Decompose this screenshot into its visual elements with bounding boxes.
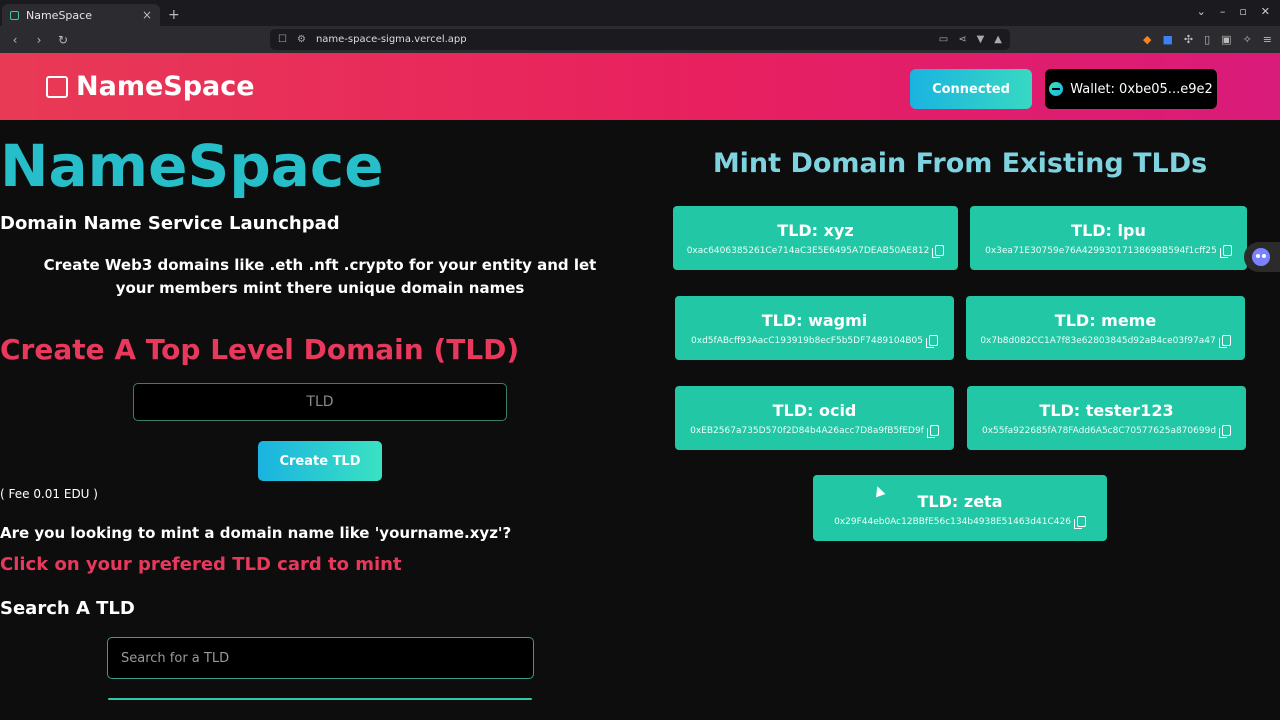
assistant-bubble[interactable]: [1244, 242, 1280, 272]
tab-close-icon[interactable]: ×: [142, 8, 152, 22]
tld-card-address-row: 0xac6406385261Ce714aC3E5E6495A7DEAB50AE8…: [673, 245, 958, 258]
tld-card-name: TLD: meme: [1054, 311, 1157, 330]
copy-icon[interactable]: [1073, 516, 1086, 529]
tld-card-name: TLD: wagmi: [761, 311, 868, 330]
tld-card-name: TLD: lpu: [1071, 221, 1146, 240]
browser-tab[interactable]: NameSpace ×: [2, 4, 160, 26]
tld-card-address: 0x29F44eb0Ac12BBfE56c134b4938E51463d41C4…: [834, 516, 1071, 527]
menu-icon[interactable]: ≡: [1263, 33, 1272, 46]
maximize-icon[interactable]: ▫: [1239, 5, 1246, 18]
fee-text: ( Fee 0.01 EDU ): [0, 487, 98, 501]
mint-hint-text: Click on your prefered TLD card to mint: [0, 554, 402, 575]
tld-card-address-row: 0x29F44eb0Ac12BBfE56c134b4938E51463d41C4…: [813, 516, 1107, 529]
browser-toolbar: ‹ › ↻ ☐ ⚙ name-space-sigma.vercel.app ▭ …: [0, 26, 1280, 53]
tld-card-address: 0xd5fABcff93AacC193919b8ecF5b5DF7489104B…: [691, 335, 923, 346]
brave-rewards-icon[interactable]: ▲: [994, 34, 1002, 45]
copy-icon[interactable]: [1218, 335, 1231, 348]
tld-card-address: 0x7b8d082CC1A7f83e62803845d92aB4ce03f97a…: [980, 335, 1216, 346]
app-header: NameSpace Connected Wallet: 0xbe05...e9e…: [0, 53, 1280, 120]
tld-card-address-row: 0x7b8d082CC1A7f83e62803845d92aB4ce03f97a…: [966, 335, 1245, 348]
window-controls: ⌄ – ▫ ✕: [1197, 5, 1270, 18]
tld-input[interactable]: [133, 383, 507, 421]
logo-square-icon: [46, 75, 68, 98]
brave-shield-icon[interactable]: ▼: [977, 34, 985, 45]
create-tld-button[interactable]: Create TLD: [258, 441, 382, 481]
bookmark-icon[interactable]: ☐: [278, 34, 287, 45]
hero-title: NameSpace: [0, 132, 384, 200]
wallet-address: Wallet: 0xbe05...e9e2: [1070, 81, 1213, 97]
tab-list-icon[interactable]: ⌄: [1197, 5, 1206, 18]
cast-icon[interactable]: ▭: [939, 34, 948, 45]
tld-card-name: TLD: zeta: [917, 492, 1003, 511]
tld-card-address-row: 0xd5fABcff93AacC193919b8ecF5b5DF7489104B…: [675, 335, 954, 348]
metamask-icon[interactable]: ◆: [1143, 33, 1151, 46]
connected-button[interactable]: Connected: [910, 69, 1032, 109]
tld-card-address: 0xac6406385261Ce714aC3E5E6495A7DEAB50AE8…: [686, 245, 930, 256]
main-content: NameSpace Domain Name Service Launchpad …: [0, 120, 1280, 720]
site-info-icon[interactable]: ⚙: [297, 34, 306, 45]
search-divider: [108, 698, 532, 700]
extensions-area: ◆ ■ ✣ ▯ ▣ ✧ ≡: [1143, 33, 1272, 46]
minimize-icon[interactable]: –: [1220, 5, 1226, 18]
tld-card-address: 0xEB2567a735D570f2D84b4A26acc7D8a9fB5fED…: [690, 425, 924, 436]
favicon-icon: [10, 10, 19, 20]
tld-card-wagmi[interactable]: TLD: wagmi 0xd5fABcff93AacC193919b8ecF5b…: [675, 296, 954, 360]
leo-ai-icon[interactable]: ✧: [1243, 33, 1252, 46]
search-tld-input[interactable]: [107, 637, 534, 679]
browser-tab-bar: NameSpace × + ⌄ – ▫ ✕: [0, 0, 1280, 26]
tld-card-xyz[interactable]: TLD: xyz 0xac6406385261Ce714aC3E5E6495A7…: [673, 206, 958, 270]
extensions-puzzle-icon[interactable]: ✣: [1184, 33, 1193, 46]
wallet-chain-icon: [1049, 82, 1064, 96]
tld-card-address-row: 0x55fa922685fA78FAdd6A5c8C70577625a87069…: [967, 425, 1246, 438]
mint-domain-heading: Mint Domain From Existing TLDs: [712, 148, 1208, 179]
tld-card-name: TLD: tester123: [1039, 401, 1174, 420]
tld-card-ocid[interactable]: TLD: ocid 0xEB2567a735D570f2D84b4A26acc7…: [675, 386, 954, 450]
logo[interactable]: NameSpace: [46, 71, 255, 102]
new-tab-button[interactable]: +: [168, 7, 180, 26]
tld-card-tester123[interactable]: TLD: tester123 0x55fa922685fA78FAdd6A5c8…: [967, 386, 1246, 450]
logo-text: NameSpace: [76, 71, 255, 102]
mint-question-text: Are you looking to mint a domain name li…: [0, 524, 512, 542]
share-icon[interactable]: ⋖: [958, 34, 966, 45]
create-tld-heading: Create A Top Level Domain (TLD): [0, 333, 520, 366]
hero-description: Create Web3 domains like .eth .nft .cryp…: [43, 256, 597, 297]
sidebar-icon[interactable]: ▯: [1204, 33, 1210, 46]
copy-icon[interactable]: [1219, 425, 1232, 438]
extension-k-icon[interactable]: ■: [1162, 33, 1172, 46]
tld-card-address-row: 0x3ea71E30759e76A42993017138698B594f1cff…: [970, 245, 1247, 258]
hero-subtitle: Domain Name Service Launchpad: [0, 213, 340, 234]
copy-icon[interactable]: [925, 335, 938, 348]
tld-card-name: TLD: xyz: [777, 221, 854, 240]
tld-card-meme[interactable]: TLD: meme 0x7b8d082CC1A7f83e62803845d92a…: [966, 296, 1245, 360]
copy-icon[interactable]: [1219, 245, 1232, 258]
search-tld-heading: Search A TLD: [0, 598, 135, 619]
address-bar[interactable]: ☐ ⚙ name-space-sigma.vercel.app ▭ ⋖ ▼ ▲: [270, 29, 1010, 50]
tld-card-address-row: 0xEB2567a735D570f2D84b4A26acc7D8a9fB5fED…: [675, 425, 954, 438]
wallet-icon[interactable]: ▣: [1221, 33, 1231, 46]
copy-icon[interactable]: [926, 425, 939, 438]
assistant-face-icon: [1252, 248, 1270, 266]
tab-title: NameSpace: [26, 8, 92, 22]
close-window-icon[interactable]: ✕: [1261, 5, 1270, 18]
tld-card-lpu[interactable]: TLD: lpu 0x3ea71E30759e76A42993017138698…: [970, 206, 1247, 270]
wallet-button[interactable]: Wallet: 0xbe05...e9e2: [1045, 69, 1217, 109]
back-icon[interactable]: ‹: [8, 33, 22, 47]
reload-icon[interactable]: ↻: [56, 33, 70, 47]
tld-card-address: 0x3ea71E30759e76A42993017138698B594f1cff…: [985, 245, 1217, 256]
tld-card-zeta[interactable]: TLD: zeta 0x29F44eb0Ac12BBfE56c134b4938E…: [813, 475, 1107, 541]
tld-card-name: TLD: ocid: [772, 401, 857, 420]
tld-card-address: 0x55fa922685fA78FAdd6A5c8C70577625a87069…: [981, 425, 1217, 436]
copy-icon[interactable]: [932, 245, 945, 258]
url-text: name-space-sigma.vercel.app: [315, 34, 467, 45]
forward-icon[interactable]: ›: [32, 33, 46, 47]
